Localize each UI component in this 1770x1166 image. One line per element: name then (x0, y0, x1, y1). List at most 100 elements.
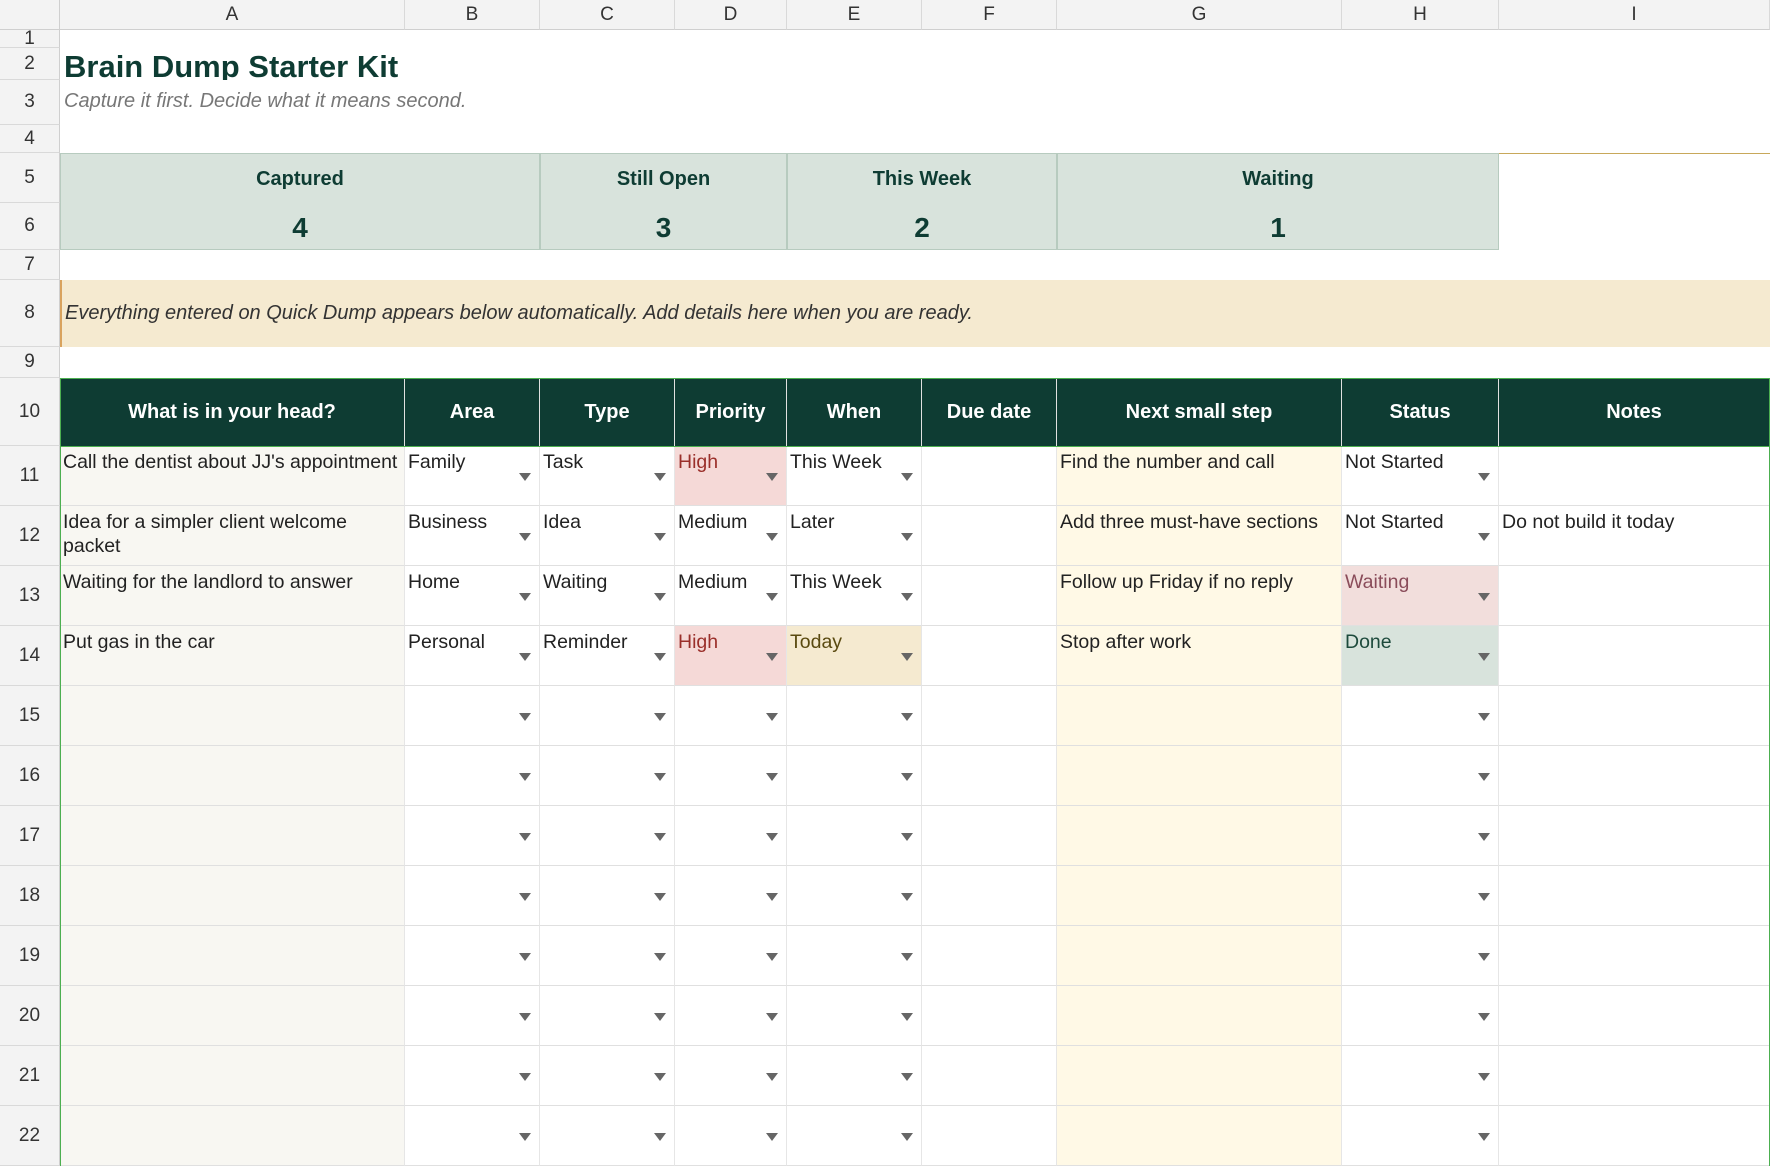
dropdown-arrow-icon[interactable] (901, 1073, 913, 1081)
dropdown-arrow-icon[interactable] (901, 833, 913, 841)
cell-priority[interactable] (675, 986, 787, 1046)
dropdown-arrow-icon[interactable] (901, 533, 913, 541)
cell-next-small-step[interactable]: Find the number and call (1057, 446, 1342, 506)
cell-type[interactable] (540, 926, 675, 986)
column-header-a[interactable]: A (60, 0, 405, 30)
dropdown-arrow-icon[interactable] (654, 893, 666, 901)
dropdown-arrow-icon[interactable] (766, 893, 778, 901)
dropdown-arrow-icon[interactable] (1478, 1073, 1490, 1081)
cell-status[interactable] (1342, 866, 1499, 926)
table-header-next-small-step[interactable]: Next small step (1057, 378, 1342, 446)
cell-priority[interactable] (675, 686, 787, 746)
cell-notes[interactable]: Do not build it today (1499, 506, 1770, 566)
dropdown-arrow-icon[interactable] (519, 473, 531, 481)
row-header-21[interactable]: 21 (0, 1046, 60, 1106)
cell-next-small-step[interactable] (1057, 866, 1342, 926)
table-header-when[interactable]: When (787, 378, 922, 446)
dropdown-arrow-icon[interactable] (1478, 653, 1490, 661)
cell-priority[interactable]: Medium (675, 506, 787, 566)
cell-what-is-in-your-head[interactable] (60, 986, 405, 1046)
cell-priority[interactable] (675, 746, 787, 806)
row-header-11[interactable]: 11 (0, 446, 60, 506)
cell-status[interactable] (1342, 746, 1499, 806)
dropdown-arrow-icon[interactable] (654, 473, 666, 481)
cell-area[interactable] (405, 1046, 540, 1106)
cell-notes[interactable] (1499, 1046, 1770, 1106)
cell-area[interactable] (405, 806, 540, 866)
dropdown-arrow-icon[interactable] (519, 953, 531, 961)
cell-status[interactable] (1342, 986, 1499, 1046)
cell-area[interactable] (405, 1106, 540, 1166)
cell-type[interactable] (540, 806, 675, 866)
row-header-15[interactable]: 15 (0, 686, 60, 746)
cell-status[interactable]: Not Started (1342, 446, 1499, 506)
column-header-c[interactable]: C (540, 0, 675, 30)
cell-priority[interactable] (675, 866, 787, 926)
cell-area[interactable] (405, 866, 540, 926)
dropdown-arrow-icon[interactable] (519, 833, 531, 841)
dropdown-arrow-icon[interactable] (766, 473, 778, 481)
table-header-status[interactable]: Status (1342, 378, 1499, 446)
cell-due-date[interactable] (922, 1046, 1057, 1106)
dropdown-arrow-icon[interactable] (1478, 1013, 1490, 1021)
dropdown-arrow-icon[interactable] (766, 953, 778, 961)
cell-due-date[interactable] (922, 686, 1057, 746)
row-header-9[interactable]: 9 (0, 347, 60, 378)
cell-priority[interactable] (675, 926, 787, 986)
cell-notes[interactable] (1499, 866, 1770, 926)
row-header-20[interactable]: 20 (0, 986, 60, 1046)
cell-notes[interactable] (1499, 1106, 1770, 1166)
dropdown-arrow-icon[interactable] (519, 533, 531, 541)
cell-what-is-in-your-head[interactable]: Waiting for the landlord to answer (60, 566, 405, 626)
column-header-h[interactable]: H (1342, 0, 1499, 30)
cell-when[interactable] (787, 926, 922, 986)
dropdown-arrow-icon[interactable] (901, 773, 913, 781)
cell-due-date[interactable] (922, 626, 1057, 686)
dropdown-arrow-icon[interactable] (519, 893, 531, 901)
cell-priority[interactable]: High (675, 446, 787, 506)
dropdown-arrow-icon[interactable] (519, 713, 531, 721)
cell-what-is-in-your-head[interactable] (60, 1046, 405, 1106)
row-header-13[interactable]: 13 (0, 566, 60, 626)
cell-priority[interactable] (675, 1046, 787, 1106)
cell-next-small-step[interactable]: Follow up Friday if no reply (1057, 566, 1342, 626)
table-header-priority[interactable]: Priority (675, 378, 787, 446)
cell-when[interactable] (787, 986, 922, 1046)
cell-status[interactable] (1342, 926, 1499, 986)
cell-next-small-step[interactable] (1057, 926, 1342, 986)
row-header-8[interactable]: 8 (0, 280, 60, 347)
cell-priority[interactable]: High (675, 626, 787, 686)
dropdown-arrow-icon[interactable] (654, 533, 666, 541)
dropdown-arrow-icon[interactable] (766, 653, 778, 661)
cell-what-is-in-your-head[interactable] (60, 806, 405, 866)
cell-area[interactable] (405, 986, 540, 1046)
cell-when[interactable] (787, 866, 922, 926)
cell-due-date[interactable] (922, 746, 1057, 806)
cell-type[interactable] (540, 686, 675, 746)
cell-notes[interactable] (1499, 746, 1770, 806)
cell-when[interactable] (787, 686, 922, 746)
row-header-16[interactable]: 16 (0, 746, 60, 806)
dropdown-arrow-icon[interactable] (901, 1133, 913, 1141)
row-header-10[interactable]: 10 (0, 378, 60, 446)
row-header-6[interactable]: 6 (0, 203, 60, 250)
cell-when[interactable] (787, 1106, 922, 1166)
cell-status[interactable] (1342, 806, 1499, 866)
dropdown-arrow-icon[interactable] (519, 773, 531, 781)
dropdown-arrow-icon[interactable] (901, 473, 913, 481)
cell-notes[interactable] (1499, 806, 1770, 866)
cell-area[interactable]: Business (405, 506, 540, 566)
cell-priority[interactable] (675, 1106, 787, 1166)
cell-type[interactable] (540, 986, 675, 1046)
cell-due-date[interactable] (922, 926, 1057, 986)
cell-status[interactable]: Done (1342, 626, 1499, 686)
cell-what-is-in-your-head[interactable]: Put gas in the car (60, 626, 405, 686)
dropdown-arrow-icon[interactable] (766, 773, 778, 781)
column-header-e[interactable]: E (787, 0, 922, 30)
row-header-5[interactable]: 5 (0, 153, 60, 203)
dropdown-arrow-icon[interactable] (1478, 713, 1490, 721)
cell-notes[interactable] (1499, 686, 1770, 746)
table-header-what-is-in-your-head[interactable]: What is in your head? (60, 378, 405, 446)
column-header-b[interactable]: B (405, 0, 540, 30)
cell-notes[interactable] (1499, 986, 1770, 1046)
